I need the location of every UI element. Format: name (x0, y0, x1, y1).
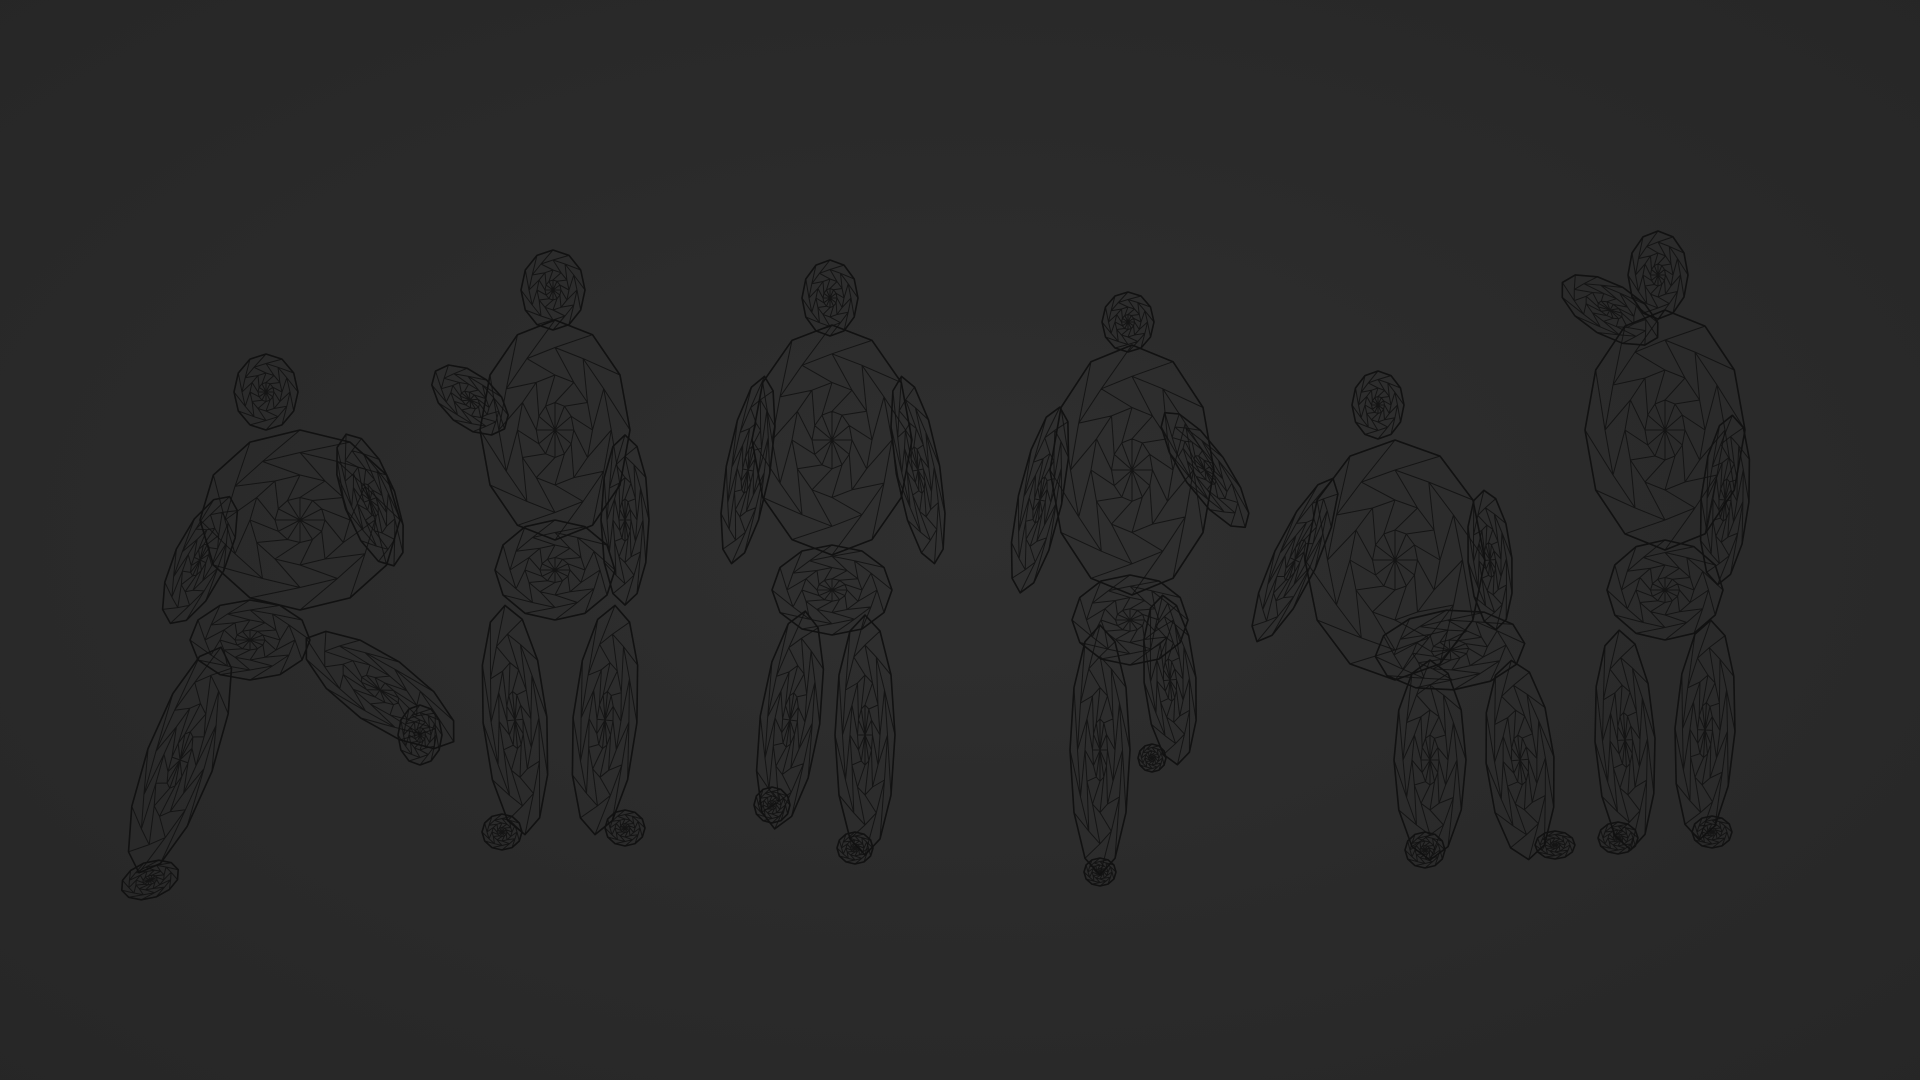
figure-4-right-foot (1137, 743, 1167, 773)
3d-viewport[interactable] (0, 0, 1920, 1080)
wireframe-scene (0, 0, 1920, 1080)
figure-4-left-foot (1083, 857, 1117, 887)
